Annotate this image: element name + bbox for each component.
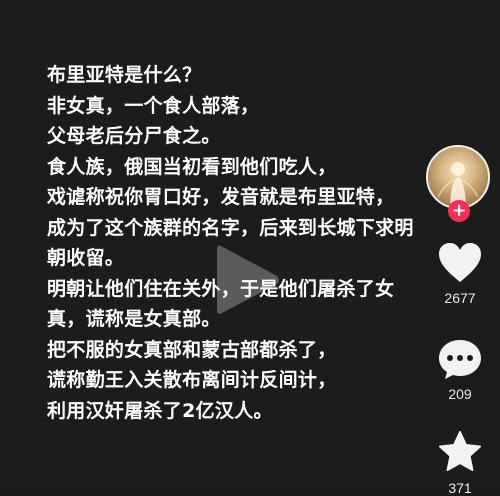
text-line: 戏谑称祝你胃口好，发音就是布里亚特， [47, 186, 395, 208]
text-line: 成为了这个族群的名字，后来到长城下求明 [47, 216, 414, 239]
action-rail: + 2677 209 371 [420, 140, 500, 496]
author-avatar-wrap[interactable]: + [426, 145, 490, 222]
like-count: 2677 [444, 290, 476, 306]
comment-count: 209 [448, 386, 472, 402]
favorite-button[interactable]: 371 [420, 430, 500, 496]
like-button[interactable]: 2677 [420, 242, 500, 306]
comment-icon [439, 340, 481, 379]
favorite-count: 371 [448, 480, 472, 496]
text-line: 非女真，一个食人部落， [47, 94, 260, 117]
text-line: 父母老后分尸食之。 [47, 125, 221, 147]
follow-button[interactable]: + [448, 200, 470, 222]
comment-button[interactable]: 209 [420, 338, 500, 402]
star-icon [439, 431, 481, 471]
text-line: 把不服的女真部和蒙古部都杀了， [47, 338, 337, 361]
text-line: 布里亚特是什么？ [47, 64, 202, 86]
play-icon[interactable] [213, 240, 283, 320]
text-line: 食人族，俄国当初看到他们吃人， [47, 155, 337, 178]
heart-icon [439, 243, 481, 282]
text-line: 利用汉奸屠杀了2亿汉人。 [47, 399, 273, 422]
text-line: 谎称勤王入关散布离间计反间计， [47, 369, 337, 391]
video-player[interactable]: 布里亚特是什么？ 非女真，一个食人部落， 父母老后分尸食之。 食人族，俄国当初看… [0, 0, 500, 496]
